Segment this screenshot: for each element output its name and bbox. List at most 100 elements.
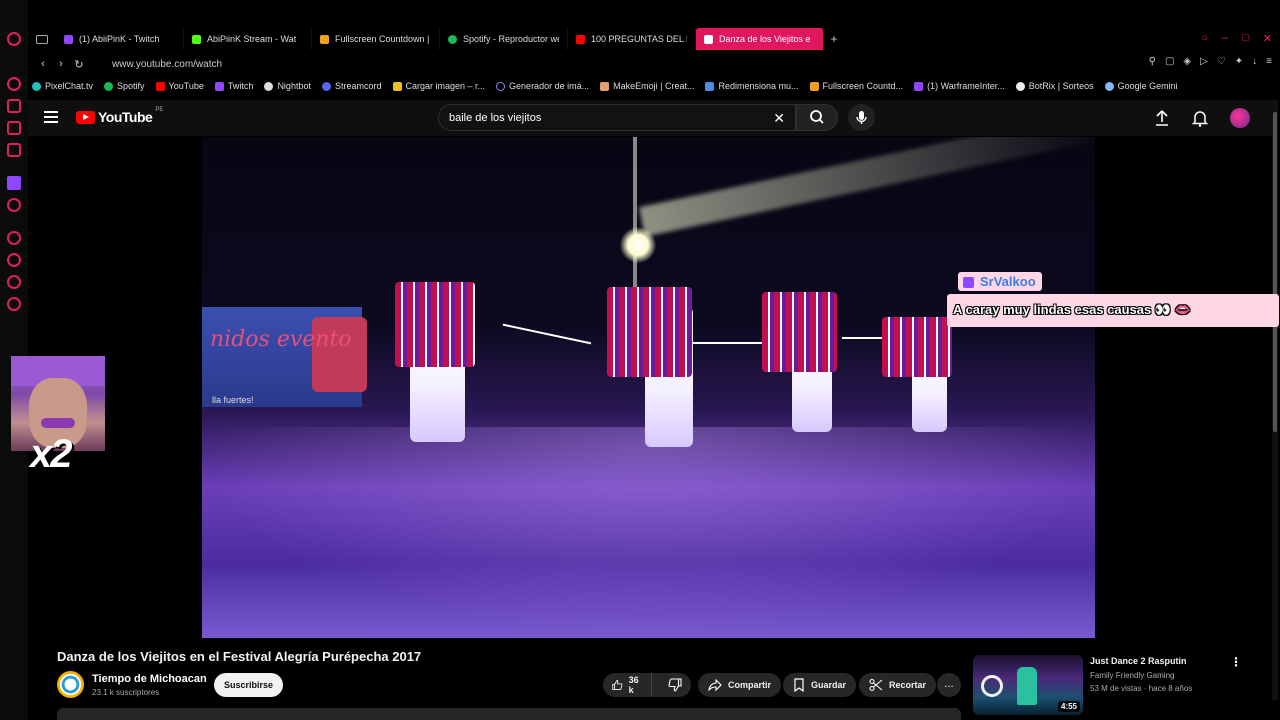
bookmark-cargar-imagen[interactable]: Cargar imagen – r... bbox=[392, 81, 485, 91]
notifications-bell-icon[interactable] bbox=[1192, 109, 1208, 127]
aria-icon[interactable] bbox=[7, 77, 21, 91]
menu-icon[interactable]: ≡ bbox=[1266, 56, 1272, 67]
channel-name[interactable]: Tiempo de Michoacan bbox=[92, 673, 207, 685]
twitch-icon bbox=[214, 81, 224, 91]
hamburger-menu-icon[interactable] bbox=[44, 111, 58, 123]
recommendation-channel[interactable]: Family Friendly Gaming bbox=[1090, 671, 1174, 680]
youtube-header: YouTube PE baile de los viejitos ✕ bbox=[28, 100, 1272, 136]
bookmark-warframe[interactable]: (1) WarframeInter... bbox=[914, 81, 1005, 91]
bookmark-spotify[interactable]: Spotify bbox=[104, 81, 145, 91]
vpn-icon[interactable]: ◈ bbox=[1183, 56, 1191, 67]
close-icon[interactable]: ✕ bbox=[1263, 32, 1272, 45]
tab-overview-icon[interactable] bbox=[36, 34, 48, 44]
forward-button[interactable]: › bbox=[52, 58, 70, 70]
streamcord-icon bbox=[321, 81, 331, 91]
more-actions-button[interactable]: ... bbox=[937, 673, 961, 697]
instagram-icon[interactable] bbox=[7, 143, 21, 157]
extensions-icon[interactable]: ✦ bbox=[1235, 56, 1243, 67]
back-button[interactable]: ‹ bbox=[34, 58, 52, 70]
bookmark-icon bbox=[794, 678, 804, 692]
tab-twitch[interactable]: (1) AbiiPinK - Twitch bbox=[56, 28, 184, 50]
url-field[interactable]: www.youtube.com/watch bbox=[112, 59, 222, 70]
youtube-icon bbox=[155, 81, 165, 91]
tab-countdown[interactable]: Fullscreen Countdown | T bbox=[312, 28, 440, 50]
video-player[interactable]: nidos evento lla fuertes! bbox=[202, 137, 1095, 638]
heart-icon bbox=[705, 81, 715, 91]
save-button[interactable]: Guardar bbox=[783, 673, 857, 697]
recommendation-thumbnail[interactable]: 4:55 bbox=[973, 655, 1083, 715]
clear-search-icon[interactable]: ✕ bbox=[773, 110, 785, 127]
scissors-icon bbox=[869, 678, 883, 692]
bookmark-label: BotRix | Sorteos bbox=[1028, 81, 1094, 91]
bookmark-botrix[interactable]: BotRix | Sorteos bbox=[1015, 81, 1094, 91]
user-avatar[interactable] bbox=[1230, 108, 1250, 128]
search-input[interactable]: baile de los viejitos ✕ bbox=[438, 104, 796, 131]
chat-icon[interactable] bbox=[7, 275, 21, 289]
opera-logo-icon[interactable] bbox=[7, 32, 21, 46]
recommendation-menu-icon[interactable]: ⋮ bbox=[1230, 655, 1242, 669]
dislike-button[interactable] bbox=[658, 678, 692, 692]
upload-icon[interactable] bbox=[1154, 109, 1170, 127]
dancer bbox=[877, 312, 962, 432]
snapshot-icon[interactable]: ▢ bbox=[1165, 56, 1174, 67]
bookmark-label: Nightbot bbox=[277, 81, 311, 91]
tab-youtube-active[interactable]: Danza de los Viejitos e bbox=[696, 28, 824, 50]
tab-label: AbiPiinK Stream - Wat bbox=[207, 34, 297, 44]
description-box[interactable] bbox=[57, 708, 961, 720]
settings-icon[interactable] bbox=[7, 297, 21, 311]
reload-button[interactable]: ↻ bbox=[70, 58, 88, 71]
bookmark-twitch[interactable]: Twitch bbox=[214, 81, 253, 91]
youtube-sidebar-icon[interactable] bbox=[7, 198, 21, 212]
clip-button[interactable]: Recortar bbox=[859, 673, 937, 697]
bookmark-youtube[interactable]: YouTube bbox=[155, 81, 204, 91]
shop-icon[interactable] bbox=[7, 99, 21, 113]
tab-label: Spotify - Reproductor we bbox=[463, 34, 559, 44]
player-icon[interactable]: ▷ bbox=[1200, 56, 1208, 67]
scrollbar-thumb[interactable] bbox=[1273, 112, 1277, 432]
recommendation-title[interactable]: Just Dance 2 Rasputin bbox=[1090, 656, 1187, 666]
tab-label: 100 PREGUNTAS DEL PER bbox=[591, 34, 687, 44]
subscriber-count: 23.1 k suscriptores bbox=[92, 688, 160, 697]
download-icon[interactable]: ↓ bbox=[1252, 56, 1257, 67]
tab-youtube-preguntas[interactable]: 100 PREGUNTAS DEL PER bbox=[568, 28, 696, 50]
tab-kick[interactable]: AbiPiinK Stream - Wat bbox=[184, 28, 312, 50]
bookmark-countdown[interactable]: Fullscreen Countd... bbox=[809, 81, 903, 91]
nightbot-icon bbox=[264, 81, 274, 91]
twitch-tab-icon bbox=[64, 34, 73, 44]
bookmark-redimensiona[interactable]: Redimensiona mu... bbox=[705, 81, 799, 91]
clock-icon[interactable] bbox=[7, 253, 21, 267]
youtube-logo[interactable]: YouTube PE bbox=[76, 107, 164, 125]
twitch-sidebar-icon[interactable] bbox=[7, 176, 21, 190]
bookmark-pixelchat[interactable]: PixelChat.tv bbox=[32, 81, 93, 91]
pin-icon[interactable]: ⚲ bbox=[1149, 56, 1156, 67]
search-tabs-icon[interactable]: ○ bbox=[1201, 32, 1208, 45]
new-tab-button[interactable]: + bbox=[824, 32, 844, 46]
maximize-icon[interactable]: □ bbox=[1242, 32, 1249, 45]
tab-spotify[interactable]: Spotify - Reproductor we bbox=[440, 28, 568, 50]
voice-search-button[interactable] bbox=[848, 104, 875, 131]
messenger-icon[interactable] bbox=[7, 121, 21, 135]
tab-label: Fullscreen Countdown | T bbox=[335, 34, 431, 44]
like-button[interactable]: 36 k bbox=[603, 673, 653, 697]
heart-icon[interactable]: ♡ bbox=[1217, 56, 1226, 67]
bookmark-generador[interactable]: Generador de imá... bbox=[496, 81, 589, 91]
tab-strip: (1) AbiiPinK - Twitch AbiPiinK Stream - … bbox=[28, 28, 1280, 50]
video-duration: 4:55 bbox=[1057, 701, 1080, 712]
bookmark-nightbot[interactable]: Nightbot bbox=[264, 81, 311, 91]
history-icon[interactable] bbox=[7, 231, 21, 245]
bookmark-label: Generador de imá... bbox=[509, 81, 590, 91]
bookmark-label: Google Gemini bbox=[1117, 81, 1178, 91]
bookmark-makeemoji[interactable]: MakeEmoji | Creat... bbox=[600, 81, 694, 91]
makeemoji-icon bbox=[600, 81, 610, 91]
channel-avatar[interactable] bbox=[57, 671, 84, 698]
share-button[interactable]: Compartir bbox=[698, 673, 782, 697]
dancer bbox=[597, 282, 707, 447]
subscribe-button[interactable]: Suscribirse bbox=[214, 673, 283, 697]
region-code: PE bbox=[155, 107, 164, 113]
bookmark-streamcord[interactable]: Streamcord bbox=[321, 81, 382, 91]
bookmark-gemini[interactable]: Google Gemini bbox=[1104, 81, 1178, 91]
youtube-play-icon bbox=[76, 110, 95, 124]
minimize-icon[interactable]: – bbox=[1222, 32, 1228, 45]
search-button[interactable] bbox=[796, 104, 838, 131]
gemini-icon bbox=[1104, 81, 1114, 91]
